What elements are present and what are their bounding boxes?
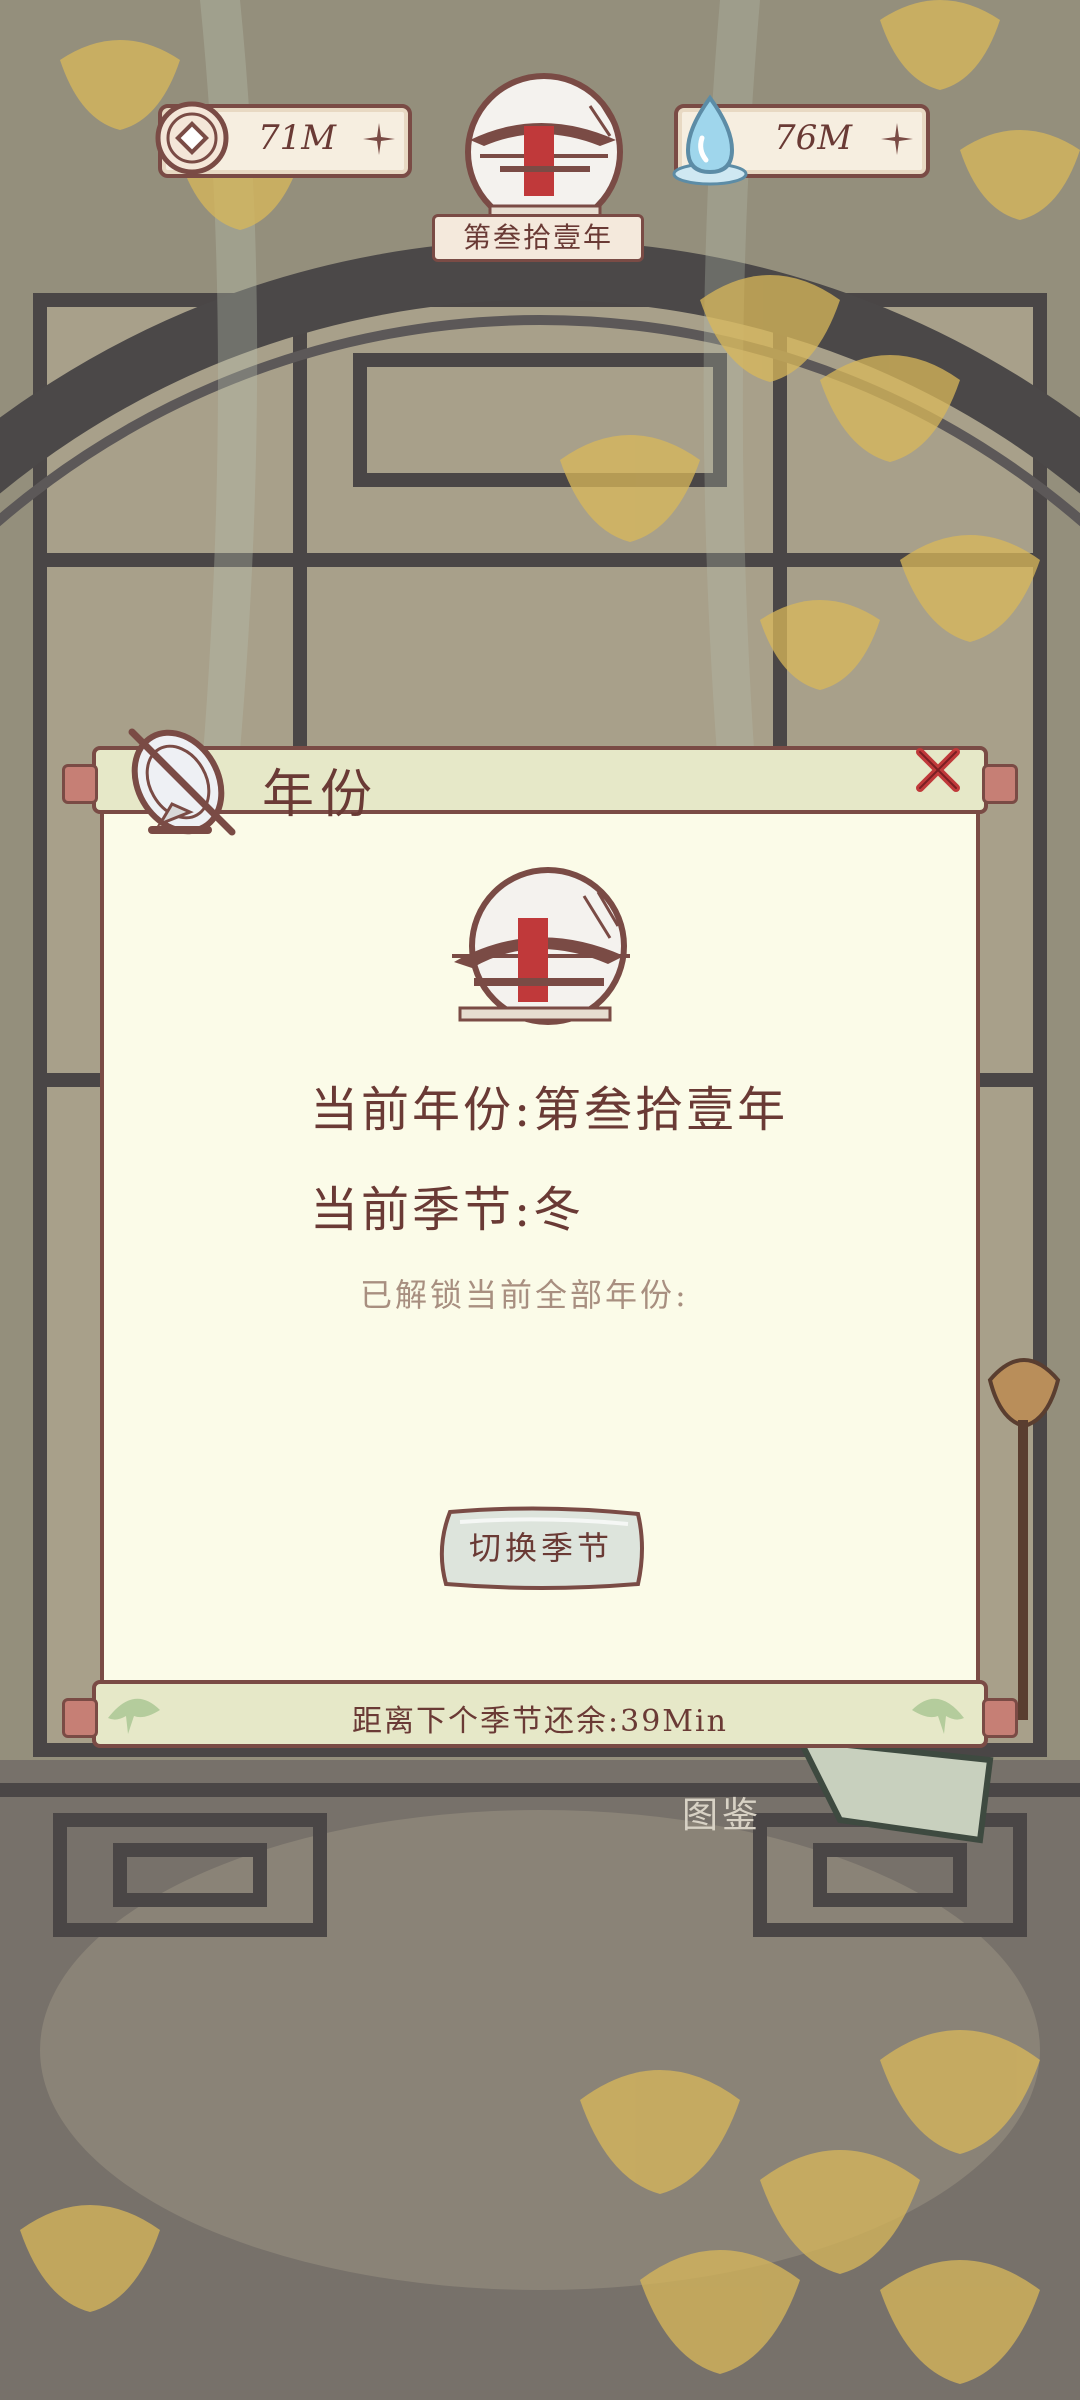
current-year-text: 当前年份:第叁拾壹年	[310, 1082, 789, 1138]
roller-cap-left	[62, 764, 98, 804]
add-water-plus-icon[interactable]	[878, 120, 916, 158]
year-banner[interactable]: 第叁拾壹年	[432, 214, 644, 262]
add-coins-plus-icon[interactable]	[360, 120, 398, 158]
collection-label: 图鉴	[682, 1795, 763, 1836]
season-timer-text: 距离下个季节还余:39Min	[352, 1704, 728, 1739]
close-icon[interactable]	[912, 744, 964, 796]
dialog-title: 年份	[262, 765, 379, 825]
sundial-icon	[128, 728, 236, 836]
water-amount: 76M	[773, 118, 853, 158]
water-drop-icon	[672, 94, 748, 186]
roller-cap-right	[982, 1698, 1018, 1738]
year-emblem-large-icon	[452, 867, 630, 1025]
current-season-text: 当前季节:冬	[310, 1182, 585, 1238]
switch-season-button[interactable]: 切换季节	[432, 1504, 650, 1592]
coin-amount: 71M	[257, 118, 337, 158]
roller-cap-left	[62, 1698, 98, 1738]
roller-cap-right	[982, 764, 1018, 804]
unlocked-years-text: 已解锁当前全部年份:	[360, 1276, 689, 1314]
coin-icon	[155, 101, 229, 175]
switch-season-label: 切换季节	[468, 1529, 613, 1567]
